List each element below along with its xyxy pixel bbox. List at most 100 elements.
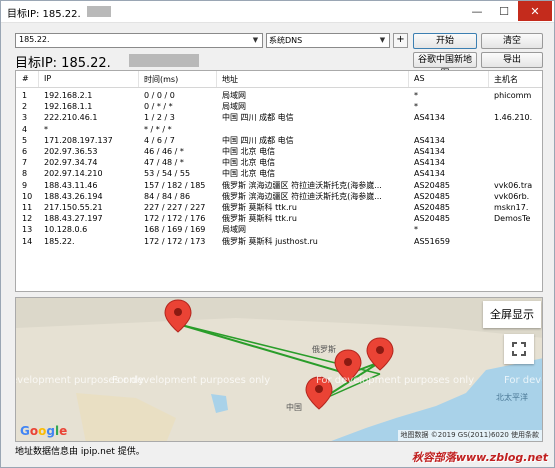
cell-as: AS4134 — [414, 169, 445, 179]
table-row[interactable]: 10 188.43.26.194 84 / 84 / 86 俄罗斯 滨海边疆区 符拉迪… — [16, 191, 542, 202]
cell-hostname: mskn17. — [494, 203, 529, 212]
table-row[interactable]: 6 202.97.36.53 46 / 46 / * 中国 北京 电信 AS4134 — [16, 146, 542, 157]
cell-time: 1 / 2 / 3 — [144, 113, 175, 123]
cell-address: 俄罗斯 莫斯科 ttk.ru — [222, 203, 297, 212]
dns-combo-value: 系统DNS — [269, 36, 303, 45]
chevron-down-icon[interactable]: ▼ — [251, 36, 260, 45]
cell-address: 俄罗斯 滨海边疆区 符拉迪沃斯托克(海参崴... — [222, 191, 382, 201]
table-row[interactable]: 2 192.168.1.1 0 / * / * 局域网 * — [16, 101, 542, 112]
title-bar: 目标IP: 185.22. — ☐ ✕ — [1, 1, 554, 23]
cell-as: AS20485 — [414, 191, 450, 201]
add-dns-button[interactable]: + — [393, 33, 408, 48]
cell-as: AS4134 — [414, 158, 445, 168]
cell-ip: 171.208.197.137 — [44, 135, 113, 145]
clear-button[interactable]: 清空 — [481, 33, 543, 49]
map-watermark: For development purposes only — [316, 375, 475, 386]
cell-time: 46 / 46 / * — [144, 147, 184, 156]
chevron-down-icon[interactable]: ▼ — [378, 36, 387, 45]
column-header-index[interactable]: # — [22, 74, 29, 83]
cell-ip: 185.22. — [44, 236, 75, 246]
cell-time: 84 / 84 / 86 — [144, 191, 191, 201]
table-row[interactable]: 14 185.22. 172 / 172 / 173 俄罗斯 莫斯科 justhost… — [16, 236, 542, 247]
table-row[interactable]: 4 * * / * / * — [16, 124, 542, 135]
table-row[interactable]: 13 10.128.0.6 168 / 169 / 169 局域网 * — [16, 224, 542, 235]
map-attribution[interactable]: 地图数据 ©2019 GS(2011)6020 使用条款 — [397, 430, 542, 441]
cell-ip: 222.210.46.1 — [44, 113, 98, 123]
fullscreen-button[interactable]: 全屏显示 — [483, 301, 541, 328]
cell-ip: * — [44, 124, 48, 134]
column-header-as[interactable]: AS — [414, 74, 425, 83]
cell-index: 12 — [22, 214, 33, 224]
cell-index: 9 — [22, 180, 28, 190]
cell-index: 3 — [22, 113, 28, 123]
maximize-button[interactable]: ☐ — [491, 1, 517, 21]
trace-table[interactable]: # IP 时间(ms) 地址 AS 主机名 1 192.168.2.1 0 / 0 … — [15, 70, 543, 292]
cell-ip: 192.168.1.1 — [44, 102, 93, 112]
cell-ip: 188.43.27.197 — [44, 214, 103, 224]
map-label-pacific: 北太平洋 — [496, 393, 528, 402]
target-ip-heading: 目标IP: 185.22. — [15, 56, 111, 71]
target-combo-value: 185.22. — [19, 35, 50, 44]
cell-ip: 202.97.36.53 — [44, 147, 98, 156]
google-cn-map-button[interactable]: 谷歌中国新地图 — [413, 52, 477, 79]
cell-as: AS4134 — [414, 135, 445, 145]
cell-address: 局域网 — [222, 91, 246, 100]
cell-as: AS20485 — [414, 203, 450, 212]
cell-time: 227 / 227 / 227 — [144, 203, 206, 212]
cell-as: AS4134 — [414, 147, 445, 156]
map-canvas — [16, 298, 542, 441]
minimize-button[interactable]: — — [464, 1, 490, 21]
column-header-time[interactable]: 时间(ms) — [144, 74, 178, 85]
column-header-hostname[interactable]: 主机名 — [494, 74, 518, 85]
cell-as: * — [414, 225, 418, 235]
dns-combo[interactable]: 系统DNS ▼ — [266, 33, 390, 48]
cell-address: 俄罗斯 滨海边疆区 符拉迪沃斯托克(海参崴... — [222, 180, 382, 190]
route-map[interactable]: For development purposes only For develo… — [15, 297, 543, 442]
expand-icon — [512, 342, 526, 356]
table-row[interactable]: 1 192.168.2.1 0 / 0 / 0 局域网 * phicomm — [16, 90, 542, 101]
cell-address: 中国 四川 成都 电信 — [222, 113, 294, 123]
google-logo: Google — [20, 424, 68, 438]
cell-index: 6 — [22, 147, 28, 156]
map-label-china: 中国 — [286, 403, 302, 412]
cell-address: 俄罗斯 莫斯科 justhost.ru — [222, 236, 318, 246]
cell-address: 局域网 — [222, 225, 246, 235]
cell-time: 4 / 6 / 7 — [144, 135, 175, 145]
cell-time: 0 / * / * — [144, 102, 173, 112]
table-row[interactable]: 11 217.150.55.21 227 / 227 / 227 俄罗斯 莫斯科 tt… — [16, 202, 542, 213]
cell-index: 10 — [22, 191, 33, 201]
column-header-ip[interactable]: IP — [44, 74, 51, 83]
table-row[interactable]: 7 202.97.34.74 47 / 48 / * 中国 北京 电信 AS4134 — [16, 157, 542, 168]
cell-ip: 217.150.55.21 — [44, 203, 103, 212]
window-title: 目标IP: 185.22. — [7, 9, 81, 20]
table-row[interactable]: 8 202.97.14.210 53 / 54 / 55 中国 北京 电信 AS4134 — [16, 168, 542, 179]
cell-hostname: 1.46.210. — [494, 113, 533, 123]
cell-index: 4 — [22, 124, 28, 134]
column-header-address[interactable]: 地址 — [222, 74, 238, 85]
cell-hostname: vvk06.tra — [494, 180, 533, 190]
table-row[interactable]: 3 222.210.46.1 1 / 2 / 3 中国 四川 成都 电信 AS4134 1… — [16, 112, 542, 123]
table-row[interactable]: 9 188.43.11.46 157 / 182 / 185 俄罗斯 滨海边疆区 符拉… — [16, 180, 542, 191]
table-row[interactable]: 12 188.43.27.197 172 / 172 / 176 俄罗斯 莫斯科 tt… — [16, 213, 542, 224]
table-row[interactable]: 5 171.208.197.137 4 / 6 / 7 中国 四川 成都 电信 AS41… — [16, 135, 542, 146]
map-label-russia: 俄罗斯 — [312, 345, 336, 354]
start-button[interactable]: 开始 — [413, 33, 477, 49]
cell-as: * — [414, 102, 418, 112]
cell-time: 168 / 169 / 169 — [144, 225, 206, 235]
cell-as: * — [414, 91, 418, 100]
cell-index: 1 — [22, 91, 28, 100]
table-header: # IP 时间(ms) 地址 AS 主机名 — [16, 71, 542, 88]
cell-hostname: vvk06rb. — [494, 191, 530, 201]
expand-map-button[interactable] — [504, 334, 534, 364]
cell-ip: 202.97.34.74 — [44, 158, 98, 168]
target-combo[interactable]: 185.22. ▼ — [15, 33, 263, 48]
cell-hostname: phicomm — [494, 91, 532, 100]
status-text: 地址数据信息由 ipip.net 提供。 — [15, 447, 145, 457]
export-button[interactable]: 导出 — [481, 52, 543, 68]
cell-as: AS4134 — [414, 113, 445, 123]
cell-address: 中国 北京 电信 — [222, 169, 276, 179]
close-button[interactable]: ✕ — [518, 1, 552, 21]
cell-as: AS20485 — [414, 180, 450, 190]
cell-time: 172 / 172 / 176 — [144, 214, 206, 224]
cell-as: AS20485 — [414, 214, 450, 224]
